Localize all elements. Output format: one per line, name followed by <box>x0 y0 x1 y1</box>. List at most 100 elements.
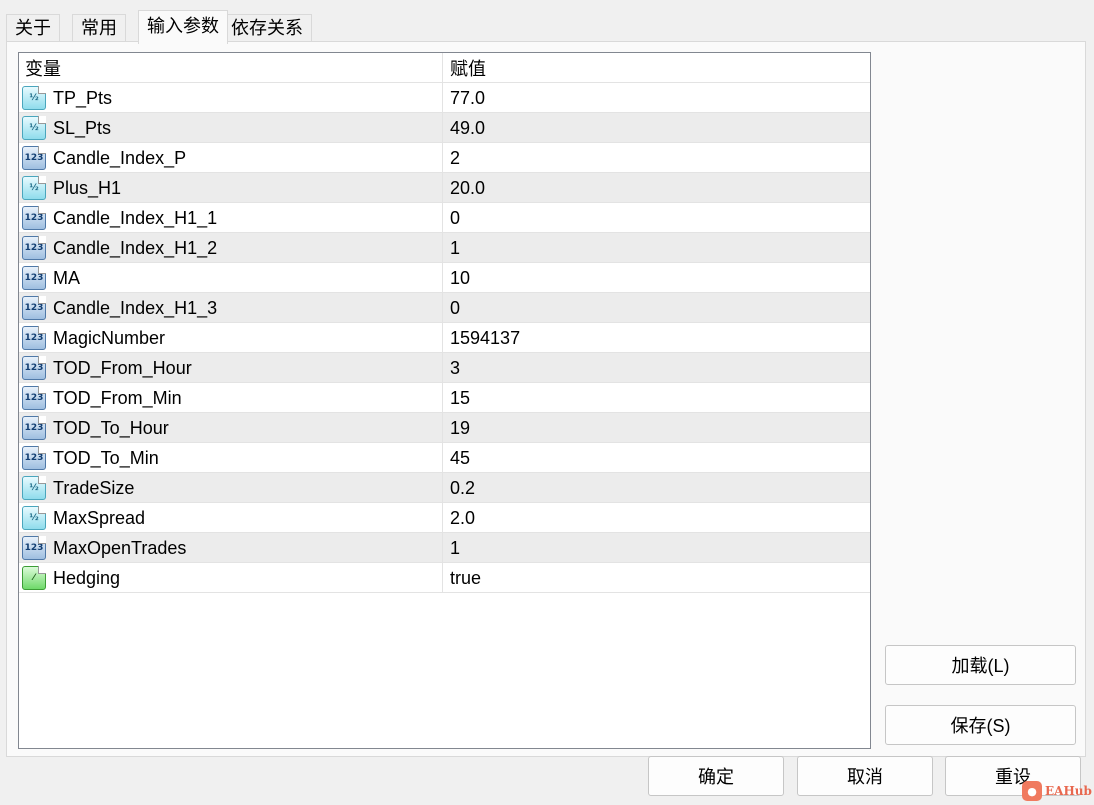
parameters-table[interactable]: 变量 赋值 ½ TP_Pts 77.0 ½ SL_Pts 49.0 123 Candle_In… <box>18 52 871 749</box>
parameter-name-cell[interactable]: 123 Candle_Index_P <box>19 143 443 173</box>
table-row[interactable]: 123 MagicNumber 1594137 <box>19 323 870 353</box>
integer-icon: 123 <box>22 236 46 260</box>
integer-icon: 123 <box>22 296 46 320</box>
table-row[interactable]: 123 MA 10 <box>19 263 870 293</box>
parameter-value-cell[interactable]: 1 <box>444 233 870 263</box>
load-button[interactable]: 加载(L) <box>885 645 1076 685</box>
parameter-name: TradeSize <box>53 477 135 498</box>
parameter-value-cell[interactable]: 1 <box>444 533 870 563</box>
boolean-icon: ⁄ <box>22 566 46 590</box>
parameter-value-cell[interactable]: 1594137 <box>444 323 870 353</box>
parameter-name-cell[interactable]: ⁄ Hedging <box>19 563 443 593</box>
table-row[interactable]: ½ TradeSize 0.2 <box>19 473 870 503</box>
parameter-value-cell[interactable]: true <box>444 563 870 593</box>
table-row[interactable]: ⁄ Hedging true <box>19 563 870 593</box>
table-row[interactable]: 123 Candle_Index_H1_2 1 <box>19 233 870 263</box>
parameter-value-cell[interactable]: 2.0 <box>444 503 870 533</box>
parameter-value-cell[interactable]: 20.0 <box>444 173 870 203</box>
parameter-name: Candle_Index_H1_2 <box>53 237 218 258</box>
double-icon: ½ <box>22 116 46 140</box>
parameter-name: MagicNumber <box>53 327 166 348</box>
parameter-value-cell[interactable]: 2 <box>444 143 870 173</box>
integer-icon: 123 <box>22 416 46 440</box>
integer-icon: 123 <box>22 536 46 560</box>
parameter-value-cell[interactable]: 0 <box>444 293 870 323</box>
table-row[interactable]: ½ TP_Pts 77.0 <box>19 83 870 113</box>
parameter-name-cell[interactable]: ½ TP_Pts <box>19 83 443 113</box>
double-icon: ½ <box>22 476 46 500</box>
table-row[interactable]: 123 TOD_To_Hour 19 <box>19 413 870 443</box>
parameter-name-cell[interactable]: ½ TradeSize <box>19 473 443 503</box>
integer-icon: 123 <box>22 356 46 380</box>
parameter-name-cell[interactable]: 123 Candle_Index_H1_1 <box>19 203 443 233</box>
integer-icon: 123 <box>22 386 46 410</box>
tab-input-parameters[interactable]: 输入参数 <box>138 10 228 44</box>
parameter-name: Plus_H1 <box>53 177 122 198</box>
parameter-value-cell[interactable]: 15 <box>444 383 870 413</box>
save-button[interactable]: 保存(S) <box>885 705 1076 745</box>
parameter-value-cell[interactable]: 77.0 <box>444 83 870 113</box>
parameter-name: TOD_From_Min <box>53 387 182 408</box>
parameter-name: Candle_Index_H1_1 <box>53 207 218 228</box>
parameter-name-cell[interactable]: 123 TOD_From_Hour <box>19 353 443 383</box>
tab-about[interactable]: 关于 <box>6 14 60 42</box>
table-header: 变量 赋值 <box>19 53 870 83</box>
double-icon: ½ <box>22 506 46 530</box>
watermark-text: EAHub <box>1045 784 1092 798</box>
parameter-name: SL_Pts <box>53 117 112 138</box>
parameter-name: Candle_Index_H1_3 <box>53 297 218 318</box>
parameter-name-cell[interactable]: 123 TOD_From_Min <box>19 383 443 413</box>
parameter-value-cell[interactable]: 0 <box>444 203 870 233</box>
table-row[interactable]: 123 MaxOpenTrades 1 <box>19 533 870 563</box>
parameter-name: Hedging <box>53 567 121 588</box>
parameter-name: MaxOpenTrades <box>53 537 187 558</box>
ok-button[interactable]: 确定 <box>648 756 784 796</box>
parameter-value-cell[interactable]: 3 <box>444 353 870 383</box>
table-row[interactable]: 123 TOD_From_Min 15 <box>19 383 870 413</box>
parameter-name-cell[interactable]: ½ Plus_H1 <box>19 173 443 203</box>
table-row[interactable]: 123 Candle_Index_H1_1 0 <box>19 203 870 233</box>
tab-bar: 关于 常用 输入参数 依存关系 <box>6 8 1086 44</box>
table-row[interactable]: ½ MaxSpread 2.0 <box>19 503 870 533</box>
integer-icon: 123 <box>22 146 46 170</box>
table-row[interactable]: 123 TOD_From_Hour 3 <box>19 353 870 383</box>
cancel-button[interactable]: 取消 <box>797 756 933 796</box>
parameter-value-cell[interactable]: 19 <box>444 413 870 443</box>
table-row[interactable]: 123 Candle_Index_H1_3 0 <box>19 293 870 323</box>
parameter-value-cell[interactable]: 10 <box>444 263 870 293</box>
parameter-value-cell[interactable]: 45 <box>444 443 870 473</box>
parameter-name-cell[interactable]: 123 Candle_Index_H1_3 <box>19 293 443 323</box>
parameter-name: MaxSpread <box>53 507 146 528</box>
parameter-name-cell[interactable]: 123 MaxOpenTrades <box>19 533 443 563</box>
parameter-name-cell[interactable]: ½ SL_Pts <box>19 113 443 143</box>
parameter-value-cell[interactable]: 0.2 <box>444 473 870 503</box>
watermark: ● EAHub <box>1022 780 1092 802</box>
column-header-variable[interactable]: 变量 <box>19 53 443 83</box>
integer-icon: 123 <box>22 326 46 350</box>
parameter-name-cell[interactable]: 123 TOD_To_Hour <box>19 413 443 443</box>
parameter-name: TP_Pts <box>53 87 113 108</box>
tab-dependencies[interactable]: 依存关系 <box>222 14 312 42</box>
parameter-name-cell[interactable]: 123 MagicNumber <box>19 323 443 353</box>
table-row[interactable]: 123 Candle_Index_P 2 <box>19 143 870 173</box>
tab-common[interactable]: 常用 <box>72 14 126 42</box>
parameter-name: MA <box>53 267 80 288</box>
integer-icon: 123 <box>22 446 46 470</box>
column-header-value[interactable]: 赋值 <box>444 53 870 83</box>
table-row[interactable]: ½ Plus_H1 20.0 <box>19 173 870 203</box>
parameter-name-cell[interactable]: ½ MaxSpread <box>19 503 443 533</box>
parameter-name: TOD_From_Hour <box>53 357 192 378</box>
parameter-name: TOD_To_Hour <box>53 417 169 438</box>
parameter-name-cell[interactable]: 123 Candle_Index_H1_2 <box>19 233 443 263</box>
table-row[interactable]: ½ SL_Pts 49.0 <box>19 113 870 143</box>
double-icon: ½ <box>22 176 46 200</box>
watermark-logo-icon: ● <box>1022 781 1042 801</box>
table-row[interactable]: 123 TOD_To_Min 45 <box>19 443 870 473</box>
integer-icon: 123 <box>22 266 46 290</box>
parameter-name-cell[interactable]: 123 TOD_To_Min <box>19 443 443 473</box>
parameter-name-cell[interactable]: 123 MA <box>19 263 443 293</box>
integer-icon: 123 <box>22 206 46 230</box>
parameter-name: Candle_Index_P <box>53 147 187 168</box>
double-icon: ½ <box>22 86 46 110</box>
parameter-value-cell[interactable]: 49.0 <box>444 113 870 143</box>
